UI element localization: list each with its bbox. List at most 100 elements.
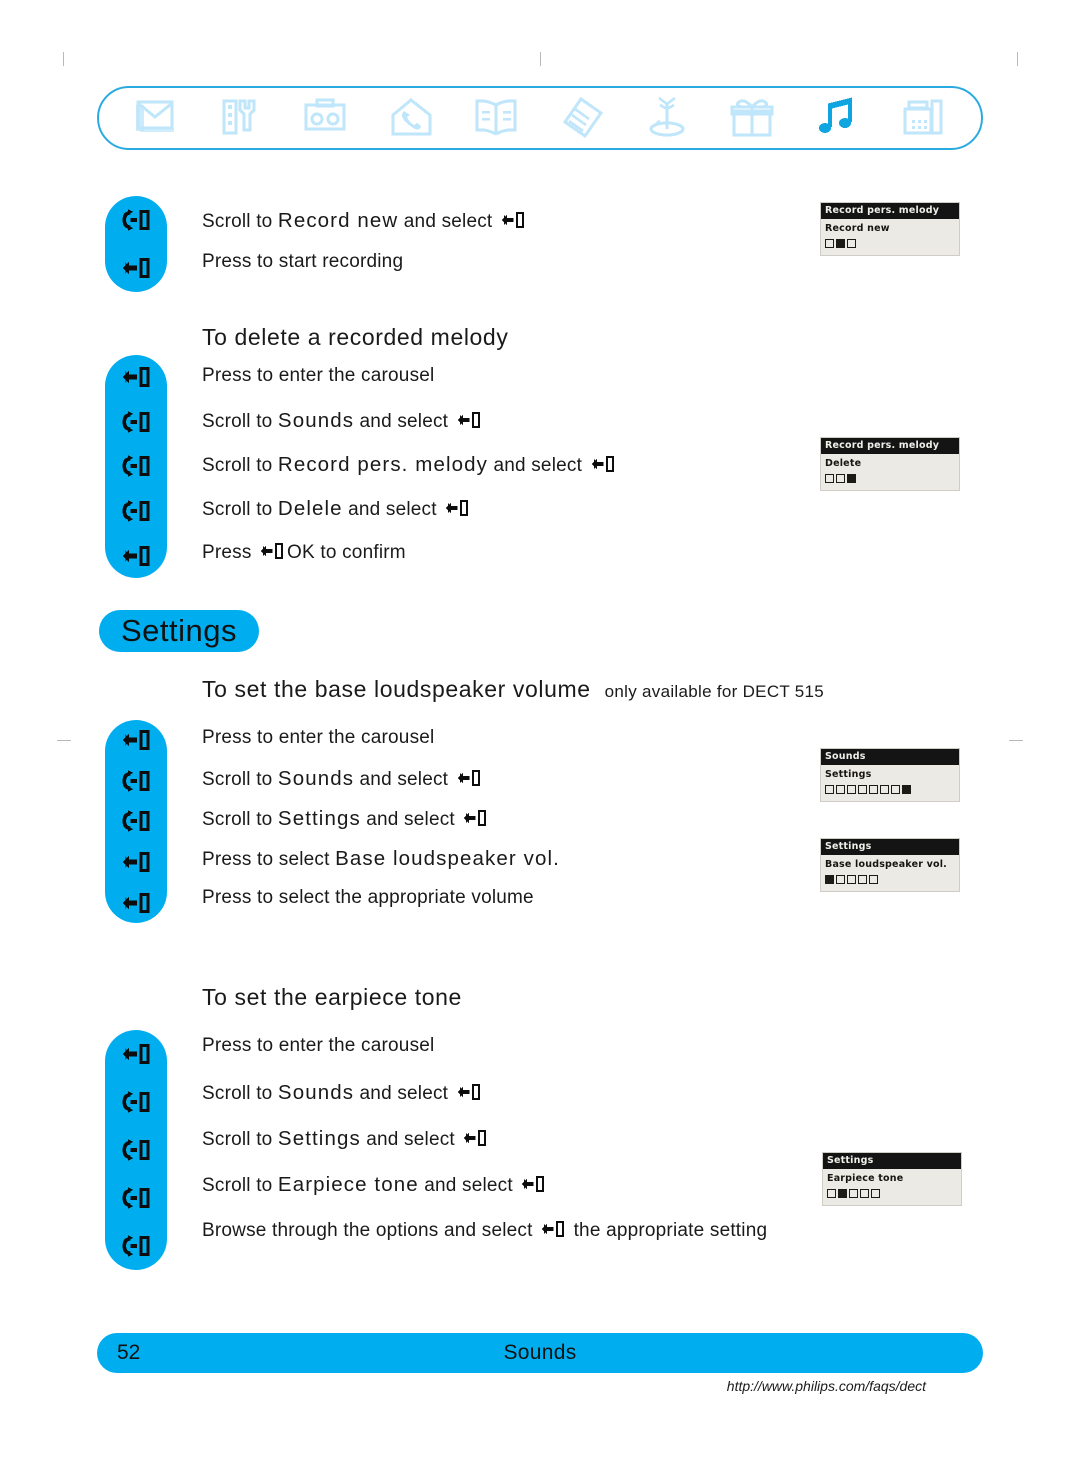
carousel-fax-icon[interactable] — [893, 94, 955, 142]
handset-lcd-screen: Settings Base loudspeaker vol. — [820, 838, 960, 892]
heading-note: only available for DECT 515 — [604, 682, 825, 701]
crop-mark-top-right — [1017, 52, 1018, 66]
carousel-open-book-icon[interactable] — [466, 94, 528, 142]
lcd-title: Record pers. melody — [821, 203, 959, 219]
instruction-step: Press to select Base loudspeaker vol. — [202, 847, 560, 871]
crop-mark-top-left — [63, 52, 64, 66]
menu-item-name: Record new — [277, 209, 399, 232]
step-text: and select — [354, 411, 454, 432]
select-key-icon — [455, 768, 483, 788]
lcd-title: Settings — [821, 839, 959, 855]
instruction-step: Scroll to Sounds and select — [202, 409, 484, 433]
indicator-dot-active — [902, 785, 911, 794]
step-text: Scroll to — [202, 1175, 278, 1196]
carousel-gift-box-icon[interactable] — [722, 94, 784, 142]
scroll-key-icon — [105, 1126, 167, 1174]
scroll-key-icon — [105, 196, 167, 244]
indicator-dot — [847, 875, 856, 884]
menu-item-name: Settings — [277, 1127, 361, 1150]
key-sequence-earpiece-tone — [105, 1030, 167, 1270]
settings-section-badge: Settings — [99, 610, 260, 652]
step-text: and select — [360, 809, 461, 830]
step-text: Press to select the appropriate volume — [202, 887, 534, 908]
step-text: Press to select — [202, 849, 336, 870]
step-text: Scroll to — [202, 1129, 278, 1150]
step-text: Browse through the options and select — [202, 1220, 539, 1241]
menu-item-name: Record pers. melody — [277, 453, 488, 476]
carousel-music-notes-icon[interactable] — [808, 94, 870, 142]
instruction-step: Scroll to Settings and select — [202, 1127, 490, 1151]
indicator-dot — [836, 474, 845, 483]
step-text: Scroll to — [202, 1083, 278, 1104]
indicator-dot — [827, 1189, 836, 1198]
lcd-position-indicator — [821, 236, 959, 255]
step-text: Scroll to — [202, 769, 278, 790]
indicator-dot — [871, 1189, 880, 1198]
carousel-answering-machine-icon[interactable] — [295, 94, 357, 142]
instruction-step: Press to start recording — [202, 251, 403, 273]
instruction-step: Scroll to Record new and select — [202, 209, 528, 233]
step-text: and select — [418, 1175, 519, 1196]
crop-mark-mid-right — [1009, 740, 1023, 741]
heading-text: To set the base loudspeaker volume — [202, 676, 591, 702]
step-text: Press to enter the carousel — [202, 1035, 435, 1056]
page-number: 52 — [117, 1341, 141, 1364]
lcd-menu-line: Settings — [825, 769, 872, 780]
select-key-icon — [105, 842, 167, 883]
instruction-step: Scroll to Sounds and select — [202, 767, 484, 791]
step-text: Scroll to — [202, 411, 278, 432]
lcd-menu-line: Earpiece tone — [827, 1173, 904, 1184]
footer-url: http://www.philips.com/faqs/dect — [726, 1378, 926, 1394]
menu-item-name: Sounds — [277, 1081, 355, 1104]
lcd-position-indicator — [821, 471, 959, 490]
carousel-house-phone-icon[interactable] — [381, 94, 443, 142]
step-text: Press to enter the carousel — [202, 727, 435, 748]
indicator-dot-active — [838, 1189, 847, 1198]
crop-mark-mid-left — [57, 740, 71, 741]
step-text: Press to start recording — [202, 251, 404, 272]
menu-item-name: Earpiece tone — [277, 1173, 419, 1196]
indicator-dot-active — [847, 474, 856, 483]
lcd-title: Record pers. melody — [821, 438, 959, 454]
carousel-envelope-icon[interactable] — [125, 94, 187, 142]
lcd-menu-line: Record new — [825, 223, 890, 234]
menu-item-name: Sounds — [277, 409, 355, 432]
indicator-dot — [825, 474, 834, 483]
instruction-step: Press to select the appropriate volume — [202, 887, 534, 909]
indicator-dot — [858, 875, 867, 884]
indicator-dot — [836, 785, 845, 794]
menu-item-name: Base loudspeaker vol. — [335, 847, 560, 870]
indicator-dot-active — [825, 875, 834, 884]
select-key-icon — [589, 454, 617, 474]
scroll-key-icon — [105, 489, 167, 534]
scroll-key-icon — [105, 1174, 167, 1222]
lcd-position-indicator — [821, 782, 959, 801]
scroll-key-icon — [105, 761, 167, 802]
indicator-dot — [849, 1189, 858, 1198]
section-heading-delete-melody: To delete a recorded melody — [202, 324, 508, 351]
step-text: and select — [354, 769, 454, 790]
carousel-notes-icon[interactable] — [552, 94, 614, 142]
instruction-step: Press to enter the carousel — [202, 1035, 434, 1057]
indicator-dot-active — [836, 239, 845, 248]
select-key-icon — [105, 533, 167, 578]
handset-lcd-screen: Settings Earpiece tone — [822, 1152, 962, 1206]
select-key-icon — [455, 410, 483, 430]
step-text: Press to enter the carousel — [202, 365, 435, 386]
indicator-dot — [858, 785, 867, 794]
lcd-position-indicator — [821, 872, 959, 891]
select-key-icon — [105, 882, 167, 923]
carousel-tools-icon[interactable] — [210, 94, 272, 142]
select-key-icon — [105, 355, 167, 400]
step-text: OK to confirm — [287, 542, 406, 563]
instruction-step: Press to enter the carousel — [202, 727, 434, 749]
instruction-step: Scroll to Record pers. melody and select — [202, 453, 618, 477]
key-sequence-record-new — [105, 196, 167, 292]
menu-item-name: Sounds — [277, 767, 355, 790]
lcd-position-indicator — [823, 1186, 961, 1205]
footer-bar: 52 Sounds — [97, 1333, 983, 1373]
carousel-base-station-icon[interactable] — [637, 94, 699, 142]
lcd-menu-line: Base loudspeaker vol. — [825, 859, 947, 870]
carousel-icon-bar[interactable] — [97, 86, 983, 150]
select-key-icon — [499, 210, 527, 230]
